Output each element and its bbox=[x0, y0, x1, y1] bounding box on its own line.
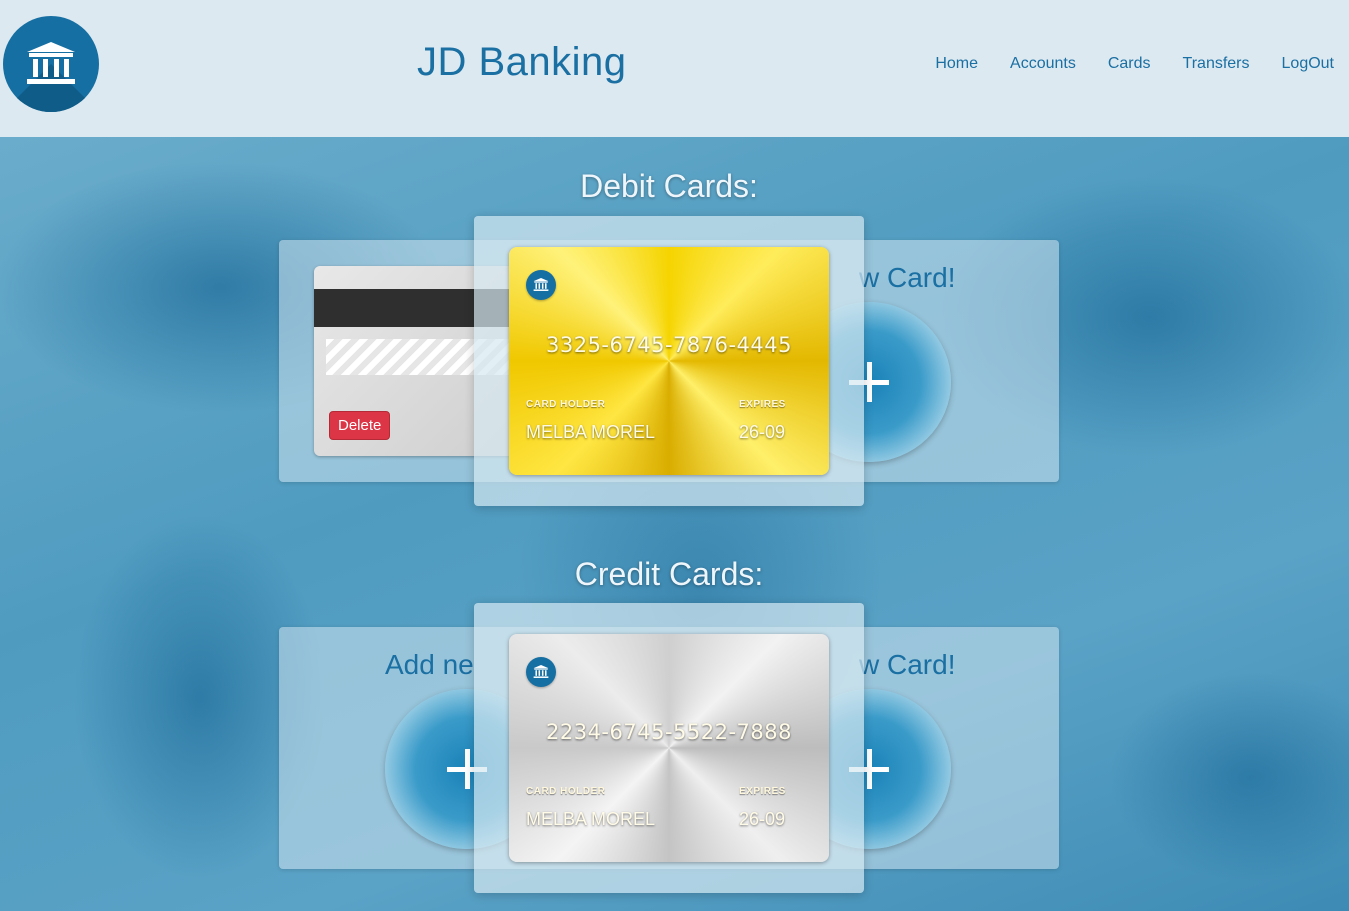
card-expiry: 26-09 bbox=[739, 422, 786, 442]
card-holder-label: CARD HOLDER bbox=[526, 786, 606, 797]
card-number: 2234-6745-5522-7888 bbox=[545, 720, 792, 744]
card-number: 3325-6745-7876-4445 bbox=[545, 333, 792, 357]
delete-card-button[interactable]: Delete bbox=[329, 411, 391, 440]
top-header: JD Banking Home Accounts Cards Transfers… bbox=[0, 0, 1349, 137]
card-holder-name: MELBA MOREL bbox=[526, 422, 656, 442]
card-holder-name: MELBA MOREL bbox=[526, 809, 656, 829]
bank-building-icon bbox=[27, 42, 75, 84]
nav-logout[interactable]: LogOut bbox=[1282, 55, 1334, 73]
main-nav: Home Accounts Cards Transfers LogOut bbox=[903, 55, 1334, 73]
card-bank-icon bbox=[526, 657, 556, 687]
credit-card-active-panel: 2234-6745-5522-7888 CARD HOLDER EXPIRES … bbox=[474, 603, 864, 893]
bank-logo[interactable] bbox=[3, 16, 99, 112]
nav-home[interactable]: Home bbox=[935, 55, 978, 73]
credit-card[interactable]: 2234-6745-5522-7888 CARD HOLDER EXPIRES … bbox=[509, 634, 829, 862]
nav-transfers[interactable]: Transfers bbox=[1183, 55, 1250, 73]
nav-cards[interactable]: Cards bbox=[1108, 55, 1151, 73]
add-new-card-label: w Card! bbox=[859, 262, 956, 293]
debit-section-title: Debit Cards: bbox=[580, 168, 758, 204]
debit-card[interactable]: 3325-6745-7876-4445 CARD HOLDER EXPIRES … bbox=[509, 247, 829, 475]
debit-card-active-panel: 3325-6745-7876-4445 CARD HOLDER EXPIRES … bbox=[474, 216, 864, 506]
nav-accounts[interactable]: Accounts bbox=[1010, 55, 1076, 73]
add-new-card-label-left: Add ne bbox=[385, 649, 474, 680]
expires-label: EXPIRES bbox=[739, 399, 786, 410]
credit-section-title: Credit Cards: bbox=[574, 556, 764, 592]
card-expiry: 26-09 bbox=[739, 809, 786, 829]
card-holder-label: CARD HOLDER bbox=[526, 399, 606, 410]
add-new-card-label-right: w Card! bbox=[859, 649, 956, 680]
card-bank-icon bbox=[526, 270, 556, 300]
brand-title: JD Banking bbox=[417, 40, 627, 84]
expires-label: EXPIRES bbox=[739, 786, 786, 797]
